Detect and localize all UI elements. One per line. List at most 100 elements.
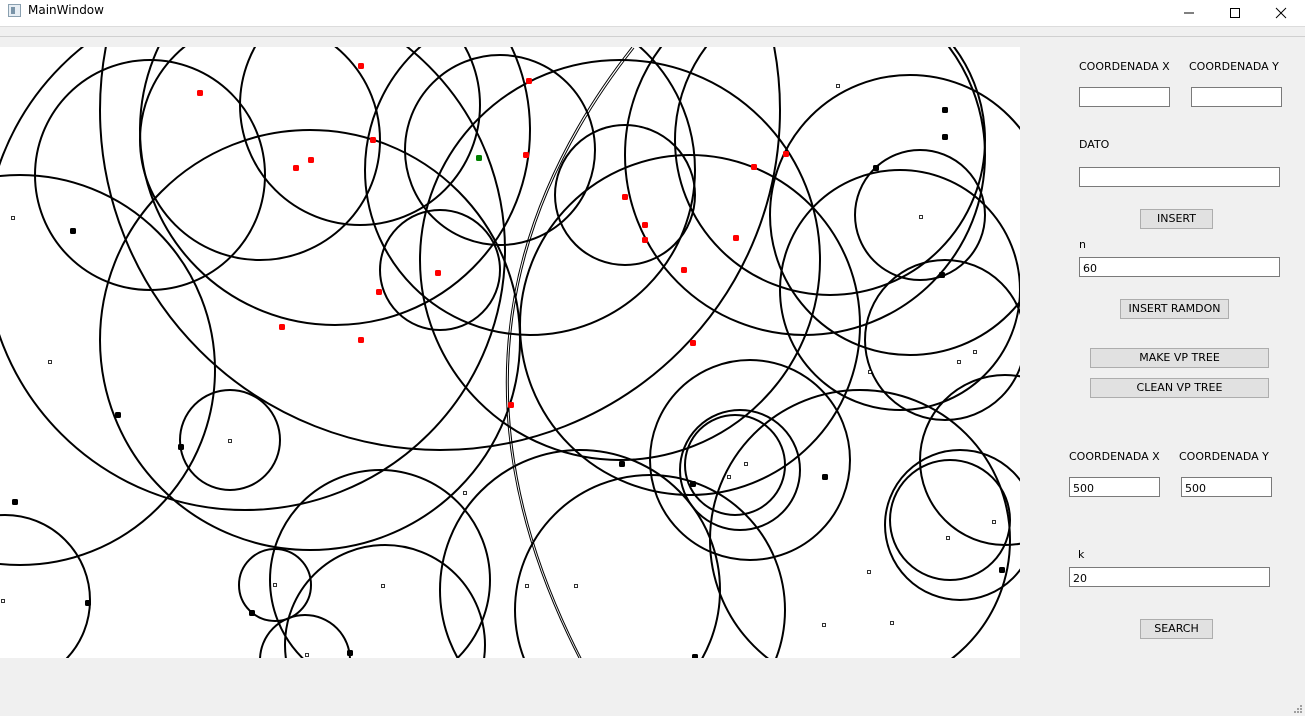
vantage-point xyxy=(11,216,15,220)
close-button[interactable] xyxy=(1258,0,1304,26)
radius-circle xyxy=(404,54,596,246)
search-x-label: COORDENADA X xyxy=(1069,450,1160,463)
radius-circle xyxy=(0,47,506,511)
vantage-point xyxy=(957,360,961,364)
vantage-point xyxy=(836,84,840,88)
result-point xyxy=(642,237,648,243)
close-icon xyxy=(1275,7,1287,19)
insert-y-input[interactable] xyxy=(1191,87,1282,107)
drawing-canvas[interactable] xyxy=(0,47,1020,658)
vantage-point xyxy=(525,584,529,588)
minimize-icon xyxy=(1184,12,1194,14)
search-y-label: COORDENADA Y xyxy=(1179,450,1269,463)
result-point xyxy=(308,157,314,163)
vantage-point xyxy=(305,653,309,657)
data-point xyxy=(70,228,76,234)
resize-grip-icon[interactable] xyxy=(1293,704,1303,714)
radius-circle xyxy=(919,374,1020,546)
result-point xyxy=(523,152,529,158)
result-point xyxy=(293,165,299,171)
data-point xyxy=(690,481,696,487)
vantage-point xyxy=(48,360,52,364)
vantage-point xyxy=(890,621,894,625)
vantage-point xyxy=(228,439,232,443)
n-label: n xyxy=(1079,238,1086,251)
radius-circle xyxy=(674,47,986,296)
data-point xyxy=(619,461,625,467)
vantage-point xyxy=(973,350,977,354)
vantage-point xyxy=(1,599,5,603)
n-input[interactable] xyxy=(1079,257,1280,277)
vantage-point xyxy=(822,623,826,627)
data-point xyxy=(249,610,255,616)
vantage-point xyxy=(463,491,467,495)
search-button[interactable]: SEARCH xyxy=(1140,619,1213,639)
vantage-point xyxy=(574,584,578,588)
radius-circle xyxy=(139,47,531,326)
vantage-point xyxy=(381,584,385,588)
result-point xyxy=(358,63,364,69)
result-point xyxy=(526,78,532,84)
radius-circle xyxy=(884,449,1020,601)
result-point xyxy=(642,222,648,228)
app-window-icon xyxy=(8,4,21,17)
result-point xyxy=(508,402,514,408)
result-point xyxy=(435,270,441,276)
result-point xyxy=(279,324,285,330)
radius-circle xyxy=(679,409,801,531)
radius-circle xyxy=(0,514,91,658)
data-point xyxy=(942,134,948,140)
result-point xyxy=(376,289,382,295)
window-title: MainWindow xyxy=(28,3,104,17)
vp-tree-plot xyxy=(0,47,1020,658)
result-point xyxy=(681,267,687,273)
data-point xyxy=(347,650,353,656)
radius-circle xyxy=(889,459,1011,581)
menu-bar xyxy=(0,27,1305,37)
result-point xyxy=(622,194,628,200)
data-point xyxy=(939,272,945,278)
vantage-point xyxy=(744,462,748,466)
data-point xyxy=(178,444,184,450)
radius-circle xyxy=(624,47,986,336)
dato-input[interactable] xyxy=(1079,167,1280,187)
search-x-input[interactable] xyxy=(1069,477,1160,497)
insert-x-input[interactable] xyxy=(1079,87,1170,107)
data-point xyxy=(822,474,828,480)
radius-circle xyxy=(514,474,786,658)
radius-circle xyxy=(284,544,486,658)
vantage-point xyxy=(867,570,871,574)
result-point xyxy=(358,337,364,343)
insert-button[interactable]: INSERT xyxy=(1140,209,1213,229)
clean-vp-tree-button[interactable]: CLEAN VP TREE xyxy=(1090,378,1269,398)
query-point xyxy=(476,155,482,161)
result-point xyxy=(370,137,376,143)
radius-circle xyxy=(99,129,521,551)
result-point xyxy=(733,235,739,241)
dato-label: DATO xyxy=(1079,138,1110,151)
result-point xyxy=(197,90,203,96)
vantage-point xyxy=(868,370,872,374)
radius-circle xyxy=(139,47,381,261)
maximize-button[interactable] xyxy=(1212,0,1258,26)
data-point xyxy=(942,107,948,113)
data-point xyxy=(85,600,91,606)
radius-circle xyxy=(684,414,786,516)
data-point xyxy=(873,165,879,171)
maximize-icon xyxy=(1230,8,1240,18)
insert-random-button[interactable]: INSERT RAMDON xyxy=(1120,299,1229,319)
search-y-input[interactable] xyxy=(1181,477,1272,497)
vantage-point xyxy=(727,475,731,479)
insert-x-label: COORDENADA X xyxy=(1079,60,1170,73)
k-input[interactable] xyxy=(1069,567,1270,587)
minimize-button[interactable] xyxy=(1166,0,1212,26)
make-vp-tree-button[interactable]: MAKE VP TREE xyxy=(1090,348,1269,368)
radius-circle xyxy=(864,259,1020,421)
vantage-point xyxy=(273,583,277,587)
boundary-arc xyxy=(505,47,633,658)
result-point xyxy=(751,164,757,170)
result-point xyxy=(690,340,696,346)
vantage-point xyxy=(946,536,950,540)
k-label: k xyxy=(1078,548,1085,561)
vantage-point xyxy=(992,520,996,524)
